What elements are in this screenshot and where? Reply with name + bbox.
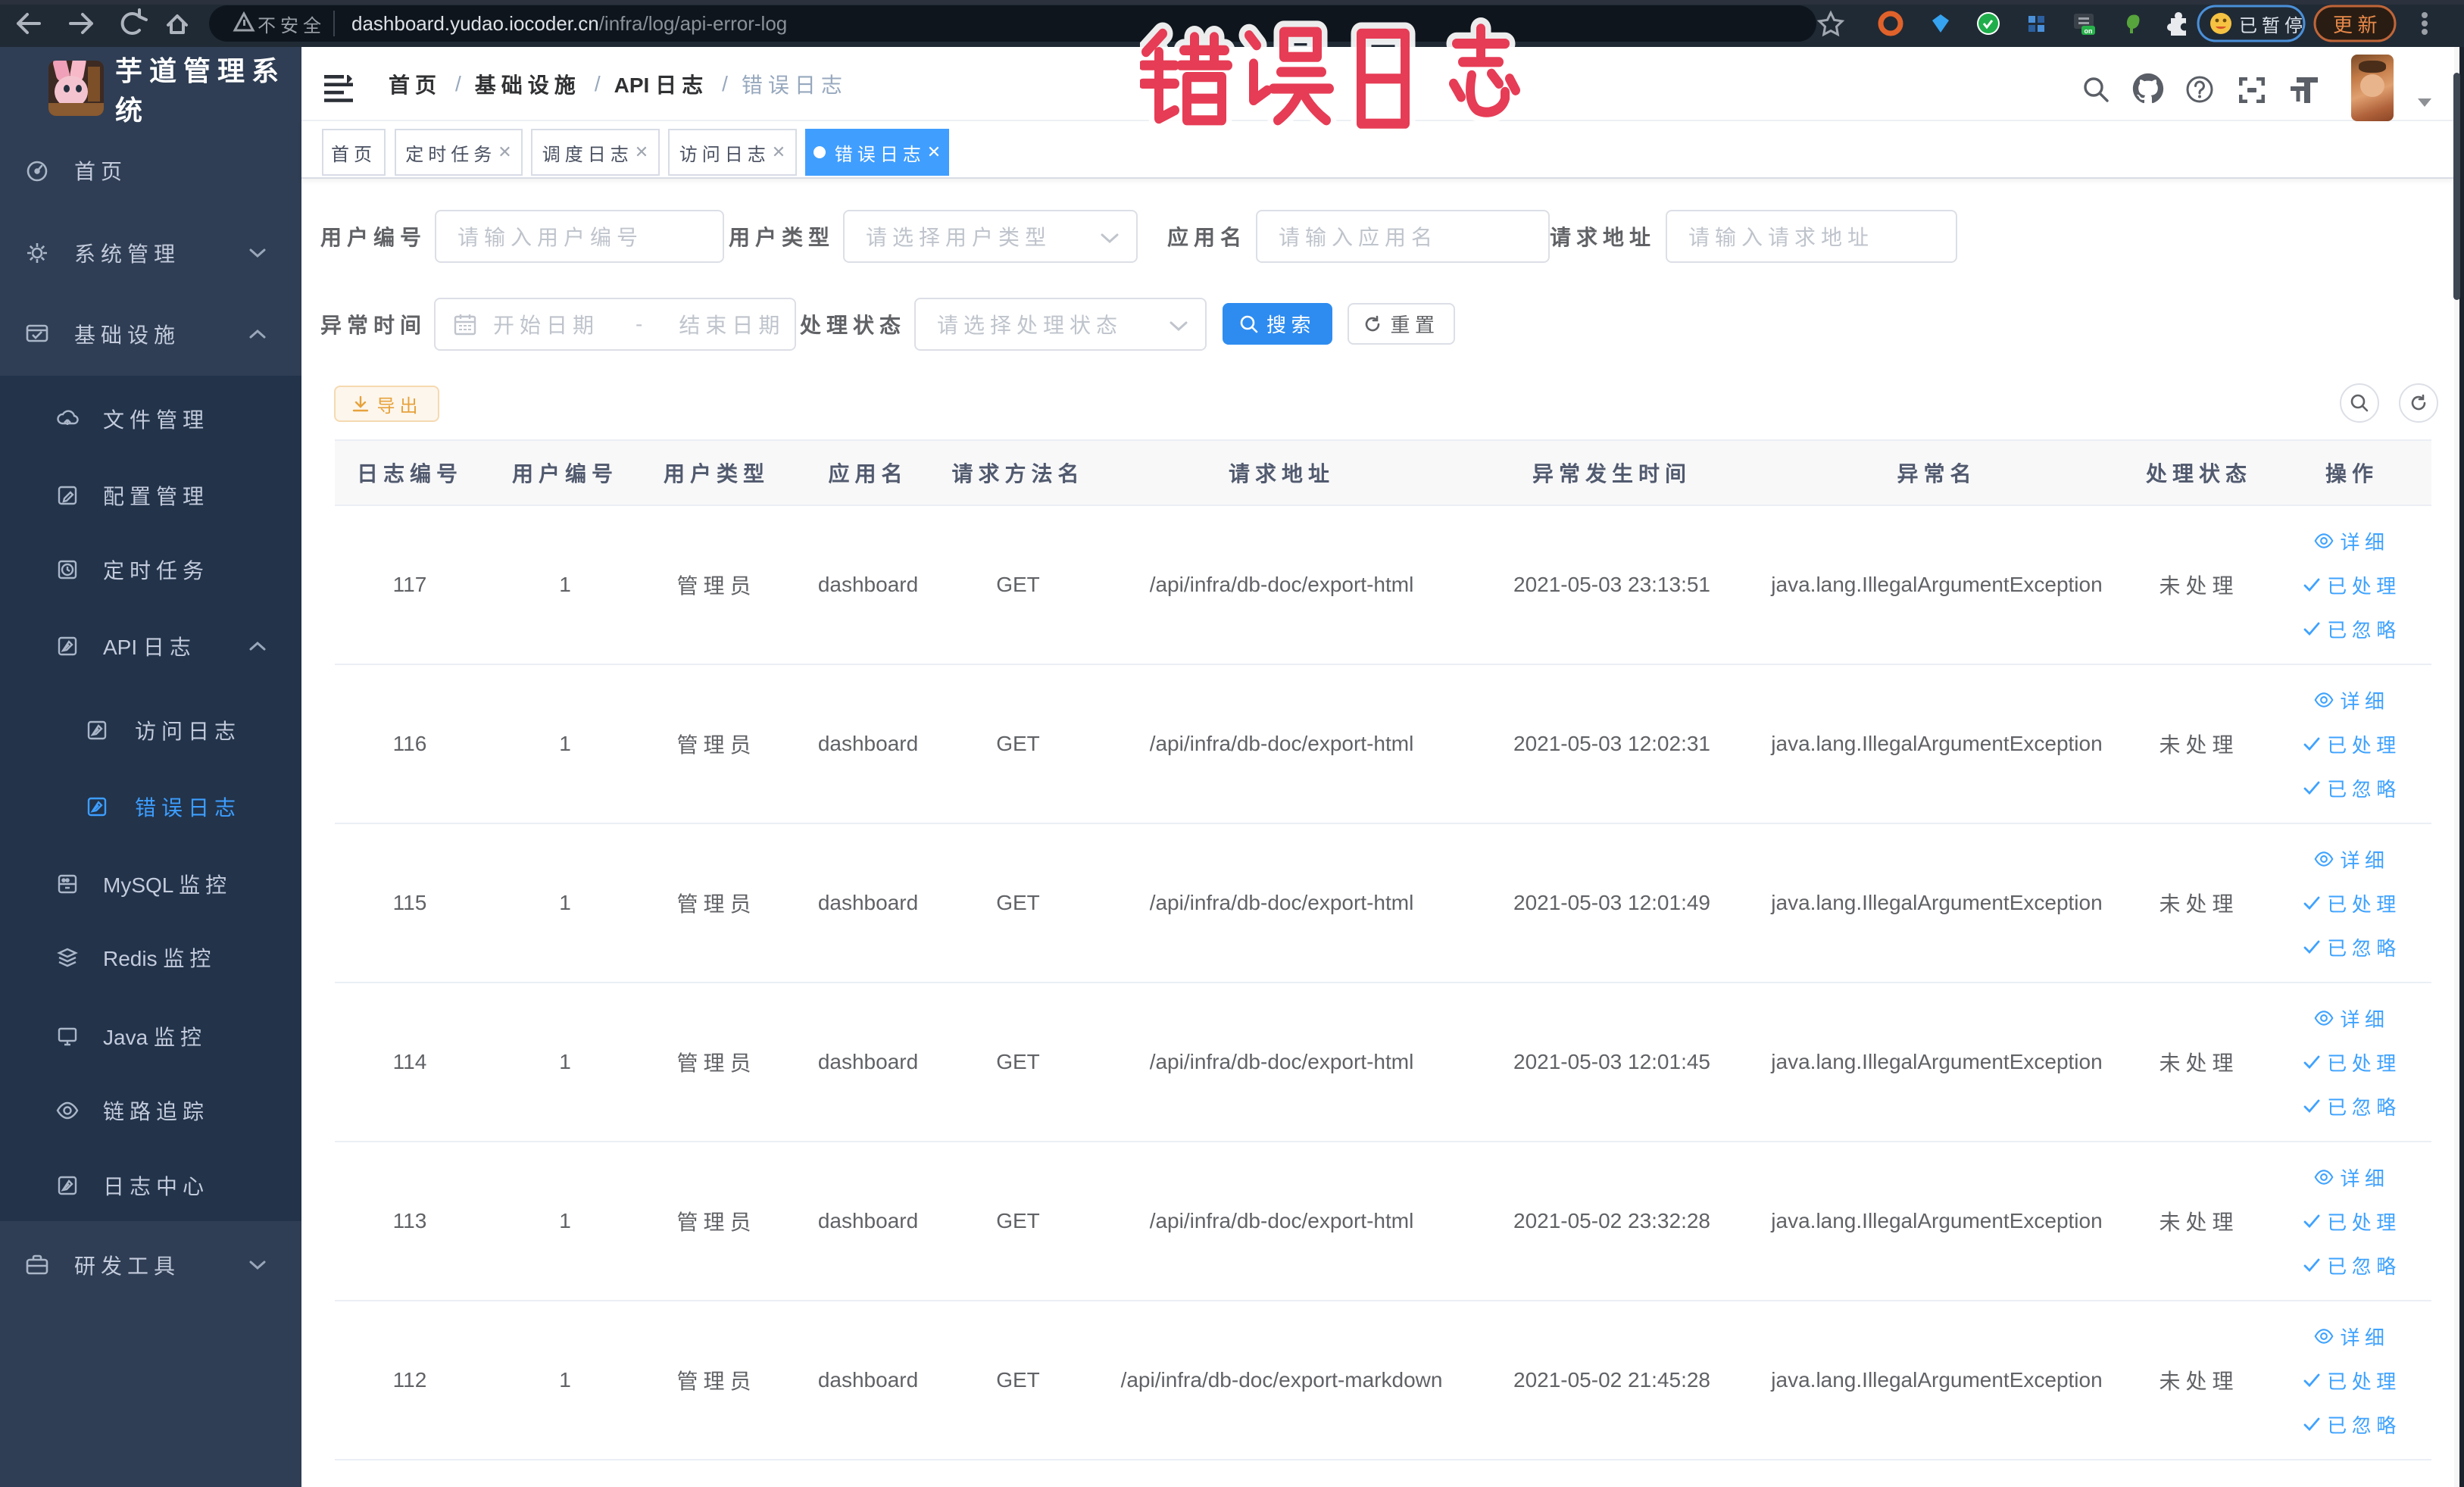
- svg-text:on: on: [2085, 27, 2093, 35]
